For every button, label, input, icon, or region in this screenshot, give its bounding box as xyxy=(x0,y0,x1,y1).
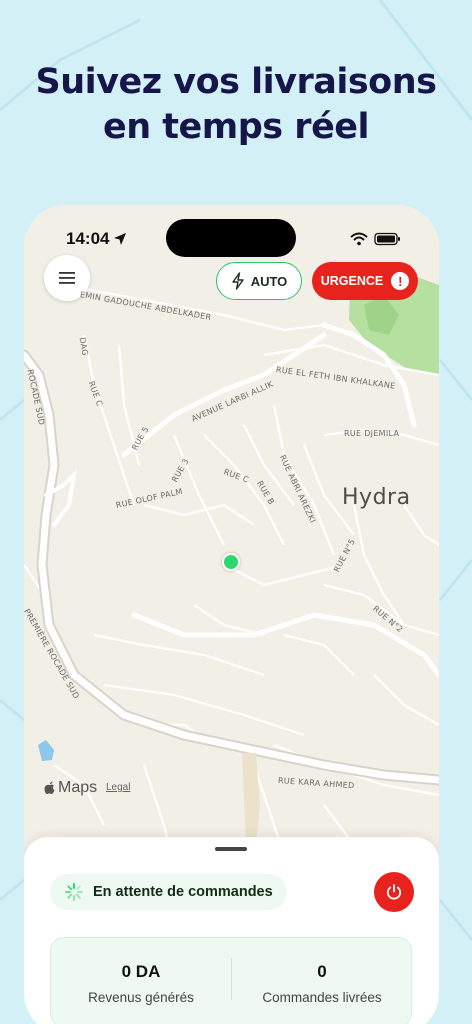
map-place-label: Hydra xyxy=(342,485,411,510)
power-icon xyxy=(386,884,402,900)
bottom-sheet: En attente de commandes 0 DA Revenus gén… xyxy=(24,837,439,1024)
urgence-button[interactable]: URGENCE ! xyxy=(312,262,418,300)
maps-attribution: Maps xyxy=(44,779,97,797)
hamburger-icon xyxy=(59,272,75,284)
stat-label: Revenus générés xyxy=(88,990,194,1005)
legal-link[interactable]: Legal xyxy=(106,782,130,793)
stat-revenue: 0 DA Revenus générés xyxy=(51,938,231,1005)
loading-spinner-icon xyxy=(65,883,83,901)
headline: Suivez vos livraisons en temps réel xyxy=(0,60,472,150)
phone-screen: 14:04 AUTO URGENCE ! EMIN GADOUCHE ABDEL… xyxy=(24,205,439,1024)
lightning-icon xyxy=(231,272,244,290)
headline-line-2: en temps réel xyxy=(102,107,370,147)
status-text: En attente de commandes xyxy=(93,884,273,900)
sheet-grabber[interactable] xyxy=(215,847,247,851)
stat-value: 0 DA xyxy=(121,962,161,981)
headline-line-1: Suivez vos livraisons xyxy=(35,62,437,102)
status-bar-time: 14:04 xyxy=(66,229,127,249)
urgence-label: URGENCE xyxy=(320,274,384,288)
location-arrow-icon xyxy=(114,233,127,245)
maps-text: Maps xyxy=(58,779,98,796)
stats-card: 0 DA Revenus générés 0 Commandes livrées xyxy=(50,937,412,1024)
stat-label: Commandes livrées xyxy=(262,990,382,1005)
status-icons xyxy=(350,232,401,246)
stat-orders: 0 Commandes livrées xyxy=(232,938,412,1005)
alert-icon: ! xyxy=(391,272,410,290)
auto-label: AUTO xyxy=(250,273,288,289)
street-label: RUE DJEMILA xyxy=(344,429,400,438)
clock-text: 14:04 xyxy=(66,229,110,248)
current-location-marker xyxy=(222,553,240,571)
power-button[interactable] xyxy=(374,872,414,912)
stat-value: 0 xyxy=(317,962,327,981)
auto-mode-button[interactable]: AUTO xyxy=(216,262,302,300)
dynamic-island xyxy=(166,219,296,257)
waiting-status-pill: En attente de commandes xyxy=(50,874,287,910)
wifi-icon xyxy=(350,232,368,246)
battery-icon xyxy=(374,232,400,246)
apple-logo-icon xyxy=(44,781,55,794)
